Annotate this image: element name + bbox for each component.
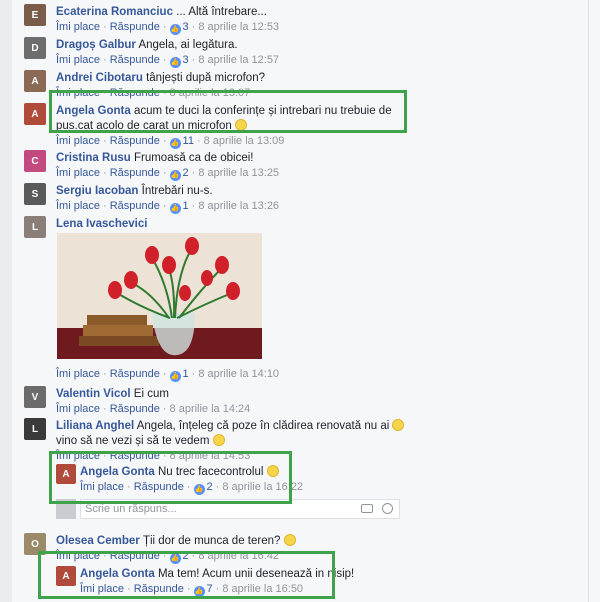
like-count[interactable]: 1: [183, 368, 189, 380]
sticker-icon[interactable]: [382, 503, 393, 514]
reply-link[interactable]: Răspunde: [110, 167, 160, 179]
comment-text-continued: vino să ne vezi și să te vedem: [56, 435, 210, 447]
timestamp[interactable]: 8 aprilie la 14:24: [170, 403, 251, 415]
highlight-box: [49, 451, 292, 504]
timestamp[interactable]: 8 aprilie la 13:09: [204, 135, 285, 147]
smiley-emoji-icon: [283, 534, 296, 546]
reply-link[interactable]: Răspunde: [110, 135, 160, 147]
thumbs-up-icon: 👍: [169, 57, 181, 68]
author-name[interactable]: Olesea Cember: [56, 535, 140, 547]
thumbs-up-icon: 👍: [169, 138, 181, 149]
timestamp[interactable]: 8 aprilie la 13:26: [198, 200, 279, 212]
reply-link[interactable]: Răspunde: [110, 368, 160, 380]
tulips-photo[interactable]: [57, 233, 262, 359]
author-name[interactable]: Lena Ivaschevici: [56, 218, 147, 230]
smiley-emoji-icon: [212, 434, 225, 446]
comment-text: Ții dor de munca de teren?: [142, 535, 281, 547]
avatar[interactable]: D: [24, 37, 46, 59]
like-count[interactable]: 2: [183, 167, 189, 179]
reply-link[interactable]: Răspunde: [110, 403, 160, 415]
comment-text: Ei cum: [133, 388, 169, 400]
comment-text: Angela, înțeleg că poze în clădirea reno…: [136, 420, 390, 432]
thumbs-up-icon: 👍: [169, 170, 181, 181]
like-link[interactable]: Îmi place: [56, 21, 100, 33]
avatar[interactable]: V: [24, 386, 46, 408]
comment-text: Frumoasă ca de obicei!: [133, 152, 254, 164]
smiley-emoji-icon: [392, 419, 405, 431]
reply-link[interactable]: Răspunde: [110, 21, 160, 33]
camera-icon[interactable]: [361, 504, 373, 513]
like-count[interactable]: 1: [183, 200, 189, 212]
avatar[interactable]: L: [24, 418, 46, 440]
timestamp[interactable]: 8 aprilie la 13:25: [198, 167, 279, 179]
panel-divider: [588, 0, 589, 602]
reply-link[interactable]: Răspunde: [110, 54, 160, 66]
like-link[interactable]: Îmi place: [56, 54, 100, 66]
author-name[interactable]: Liliana Anghel: [56, 420, 134, 432]
comment-text: Angela, ai legătura.: [138, 39, 238, 51]
comment-text: tânjești după microfon?: [146, 72, 265, 84]
comment-text: ... Altă întrebare...: [176, 6, 267, 18]
avatar[interactable]: A: [24, 70, 46, 92]
like-link[interactable]: Îmi place: [56, 135, 100, 147]
like-count[interactable]: 3: [183, 54, 189, 66]
reply-input-placeholder: Scrie un răspuns...: [85, 503, 177, 515]
timestamp[interactable]: 8 aprilie la 12:53: [198, 21, 279, 33]
like-link[interactable]: Îmi place: [56, 167, 100, 179]
avatar[interactable]: A: [24, 103, 46, 125]
author-name[interactable]: Ecaterina Romanciuc: [56, 6, 173, 18]
thumbs-up-icon: 👍: [169, 24, 181, 35]
author-name[interactable]: Dragoș Galbur: [56, 39, 136, 51]
tulips-image: [57, 233, 262, 359]
avatar[interactable]: C: [24, 150, 46, 172]
highlight-box: [49, 90, 407, 133]
timestamp[interactable]: 8 aprilie la 14:10: [198, 368, 279, 380]
avatar[interactable]: E: [24, 4, 46, 26]
author-name[interactable]: Andrei Cibotaru: [56, 72, 143, 84]
like-link[interactable]: Îmi place: [56, 403, 100, 415]
author-name[interactable]: Valentin Vicol: [56, 388, 131, 400]
comment-text: Întrebări nu-s.: [141, 185, 213, 197]
author-name[interactable]: Sergiu Iacoban: [56, 185, 138, 197]
like-count[interactable]: 3: [183, 21, 189, 33]
highlight-box: [38, 551, 335, 599]
timestamp[interactable]: 8 aprilie la 12:57: [198, 54, 279, 66]
like-link[interactable]: Îmi place: [56, 200, 100, 212]
author-name[interactable]: Cristina Rusu: [56, 152, 131, 164]
like-link[interactable]: Îmi place: [56, 368, 100, 380]
avatar[interactable]: L: [24, 216, 46, 238]
thumbs-up-icon: 👍: [169, 371, 181, 382]
avatar[interactable]: S: [24, 183, 46, 205]
reply-link[interactable]: Răspunde: [110, 200, 160, 212]
left-page-strip: [0, 0, 12, 602]
like-count[interactable]: 11: [183, 135, 194, 147]
thumbs-up-icon: 👍: [169, 203, 181, 214]
